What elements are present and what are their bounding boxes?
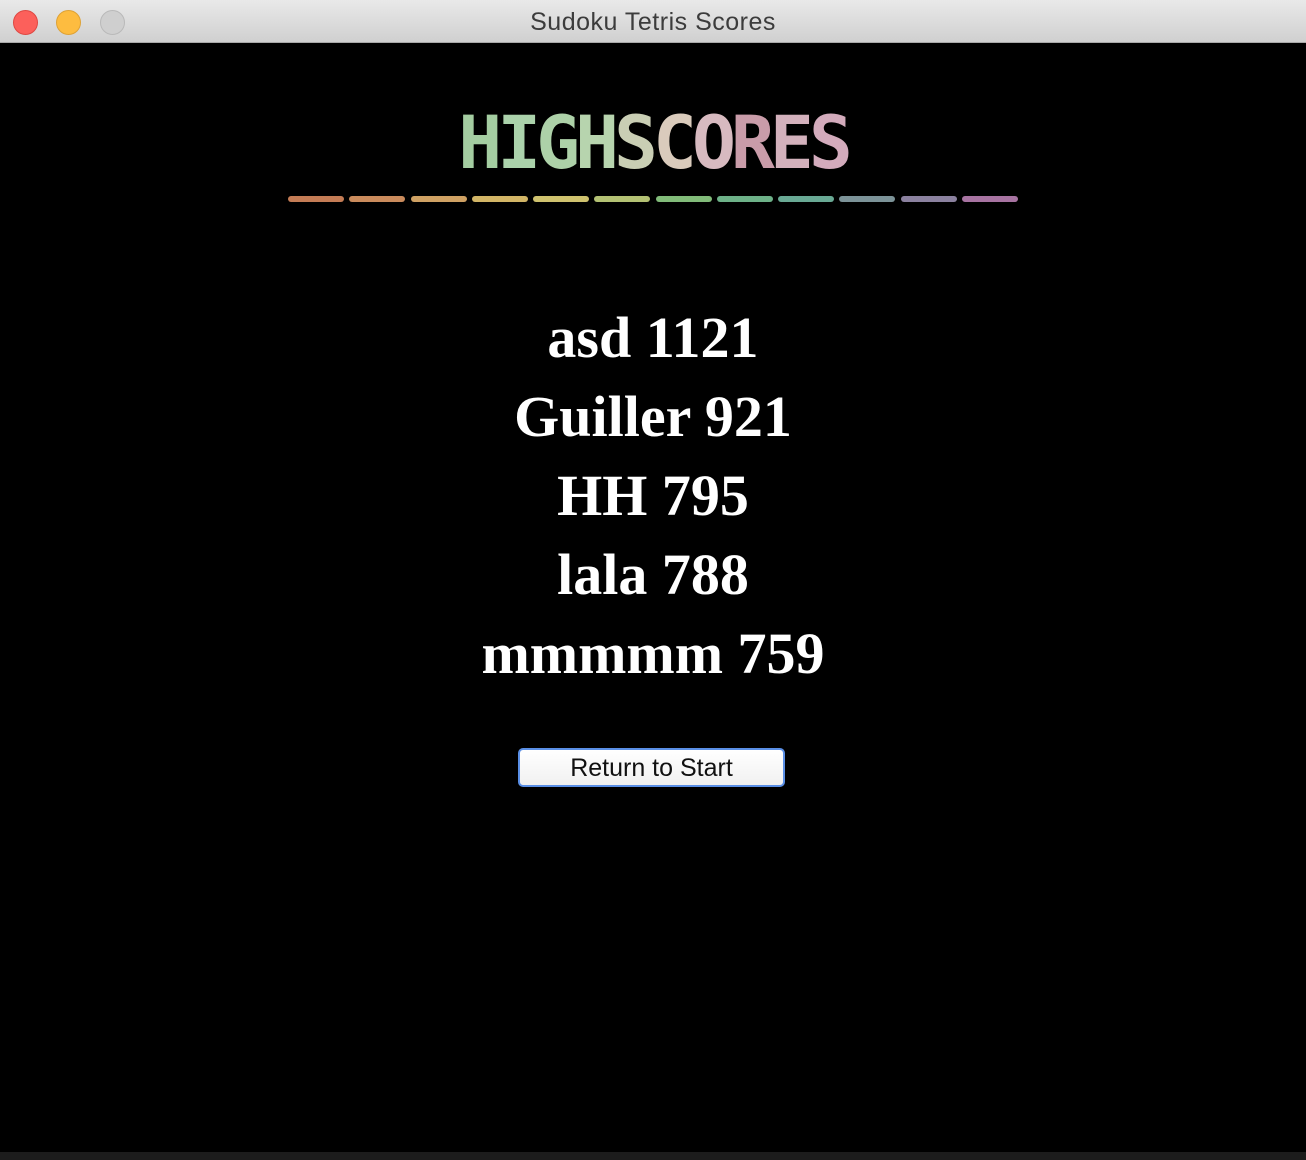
window-bottom-edge	[0, 1152, 1306, 1160]
logo-letter: S	[808, 101, 853, 186]
logo-underline-dash	[349, 196, 406, 202]
logo-letter: G	[536, 101, 580, 186]
logo-underline	[288, 196, 1018, 204]
logo-underline-dash	[716, 196, 773, 202]
score-entry-1: asd 1121	[547, 305, 759, 370]
return-to-start-button[interactable]: Return to Start	[518, 748, 785, 787]
score-entry-5: mmmmm 759	[481, 621, 825, 686]
logo-letter: C	[653, 101, 697, 186]
logo-letter: H	[575, 101, 619, 186]
scores-panel: HIGHSCORES asd 1121 Guiller 921 HH 795 l…	[0, 43, 1306, 1160]
scores-list: asd 1121 Guiller 921 HH 795 lala 788 mmm…	[0, 298, 1306, 693]
logo-underline-dash	[778, 196, 835, 202]
highscores-logo-text: HIGHSCORES	[338, 101, 968, 186]
logo-letter: S	[614, 101, 658, 186]
logo-underline-dash	[655, 196, 712, 202]
logo-letter: H	[458, 101, 502, 186]
logo-letter: O	[691, 101, 736, 186]
score-entry-4: lala 788	[557, 542, 749, 607]
window-title: Sudoku Tetris Scores	[530, 8, 776, 36]
logo-underline-dash	[471, 196, 528, 202]
logo-underline-dash	[839, 196, 896, 202]
score-entry-3: HH 795	[557, 463, 749, 528]
logo-underline-dash	[594, 196, 651, 202]
app-window: Sudoku Tetris Scores HIGHSCORES asd 1121…	[0, 0, 1306, 1160]
logo-letter: R	[730, 101, 775, 186]
logo-underline-dash	[533, 196, 590, 202]
logo-letter: E	[769, 101, 814, 186]
logo-underline-dash	[288, 196, 344, 202]
logo-letter: I	[497, 101, 541, 186]
title-bar: Sudoku Tetris Scores	[0, 0, 1306, 43]
highscores-logo: HIGHSCORES	[288, 103, 1018, 213]
logo-underline-dash	[961, 196, 1018, 202]
logo-underline-dash	[900, 196, 957, 202]
logo-underline-dash	[410, 196, 467, 202]
score-entry-2: Guiller 921	[514, 384, 792, 449]
